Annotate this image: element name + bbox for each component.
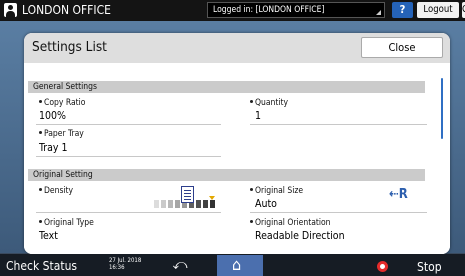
stop-button[interactable]: Stop — [417, 259, 442, 275]
home-button[interactable]: ⌂ — [217, 255, 263, 276]
section-general-settings: General Settings — [28, 81, 425, 93]
density-step — [168, 200, 173, 208]
dialog-header: Settings List Close — [24, 33, 450, 63]
stop-icon[interactable] — [377, 261, 388, 272]
time-text: 16:36 — [109, 264, 125, 271]
bottom-bar: Check Status 27 Jul. 2018 16:36 ⤺ ⌂ Stop — [0, 254, 465, 276]
original-size-value: Auto — [255, 198, 277, 210]
login-status[interactable]: Logged in: [LONDON OFFICE] — [207, 2, 385, 18]
home-icon: ⌂ — [232, 255, 242, 274]
original-type-label: Original Type — [39, 218, 94, 228]
divider — [250, 124, 427, 125]
divider — [36, 156, 221, 157]
divider — [36, 124, 221, 125]
logout-button[interactable]: Logout — [417, 2, 459, 18]
divider — [36, 212, 221, 213]
quantity-value: 1 — [255, 110, 262, 122]
density-step — [196, 200, 201, 208]
density-step — [154, 200, 159, 208]
density-step — [175, 200, 180, 208]
login-status-text: Logged in: [LONDON OFFICE] — [213, 5, 325, 15]
density-label: Density — [39, 186, 73, 196]
date-text: 27 Jul. 2018 — [109, 257, 142, 264]
help-button[interactable]: ? — [392, 2, 413, 18]
copy-ratio-label: Copy Ratio — [39, 98, 85, 108]
copy-ratio-value: 100% — [39, 110, 67, 122]
density-step — [203, 200, 208, 208]
density-step — [161, 200, 166, 208]
original-type-value: Text — [39, 230, 58, 242]
paper-tray-label: Paper Tray — [39, 129, 84, 139]
corner-icon — [376, 10, 381, 15]
original-orientation-value: Readable Direction — [255, 230, 345, 242]
density-step — [210, 200, 215, 208]
document-icon — [181, 186, 194, 203]
settings-list-dialog: Settings List Close General Settings Cop… — [24, 33, 450, 254]
settings-content[interactable]: General Settings Copy Ratio 100% Quantit… — [24, 63, 450, 254]
check-status-button[interactable]: Check Status — [6, 258, 77, 274]
scrollbar[interactable] — [441, 78, 443, 139]
close-button[interactable]: Close — [361, 37, 443, 58]
top-bar: LONDON OFFICE Logged in: [LONDON OFFICE]… — [0, 0, 465, 21]
original-size-label: Original Size — [250, 186, 303, 196]
paper-tray-value: Tray 1 — [39, 142, 68, 154]
section-original-setting: Original Setting — [28, 169, 425, 181]
dialog-title: Settings List — [32, 39, 107, 55]
orientation-icon: ⇠R — [389, 187, 408, 202]
back-arrow-icon[interactable]: ⤺ — [170, 257, 190, 273]
original-orientation-label: Original Orientation — [250, 218, 331, 228]
user-icon — [4, 3, 17, 17]
office-name: LONDON OFFICE — [22, 3, 111, 17]
date-time: 27 Jul. 2018 16:36 — [109, 257, 141, 271]
divider — [250, 212, 427, 213]
quantity-label: Quantity — [250, 98, 288, 108]
